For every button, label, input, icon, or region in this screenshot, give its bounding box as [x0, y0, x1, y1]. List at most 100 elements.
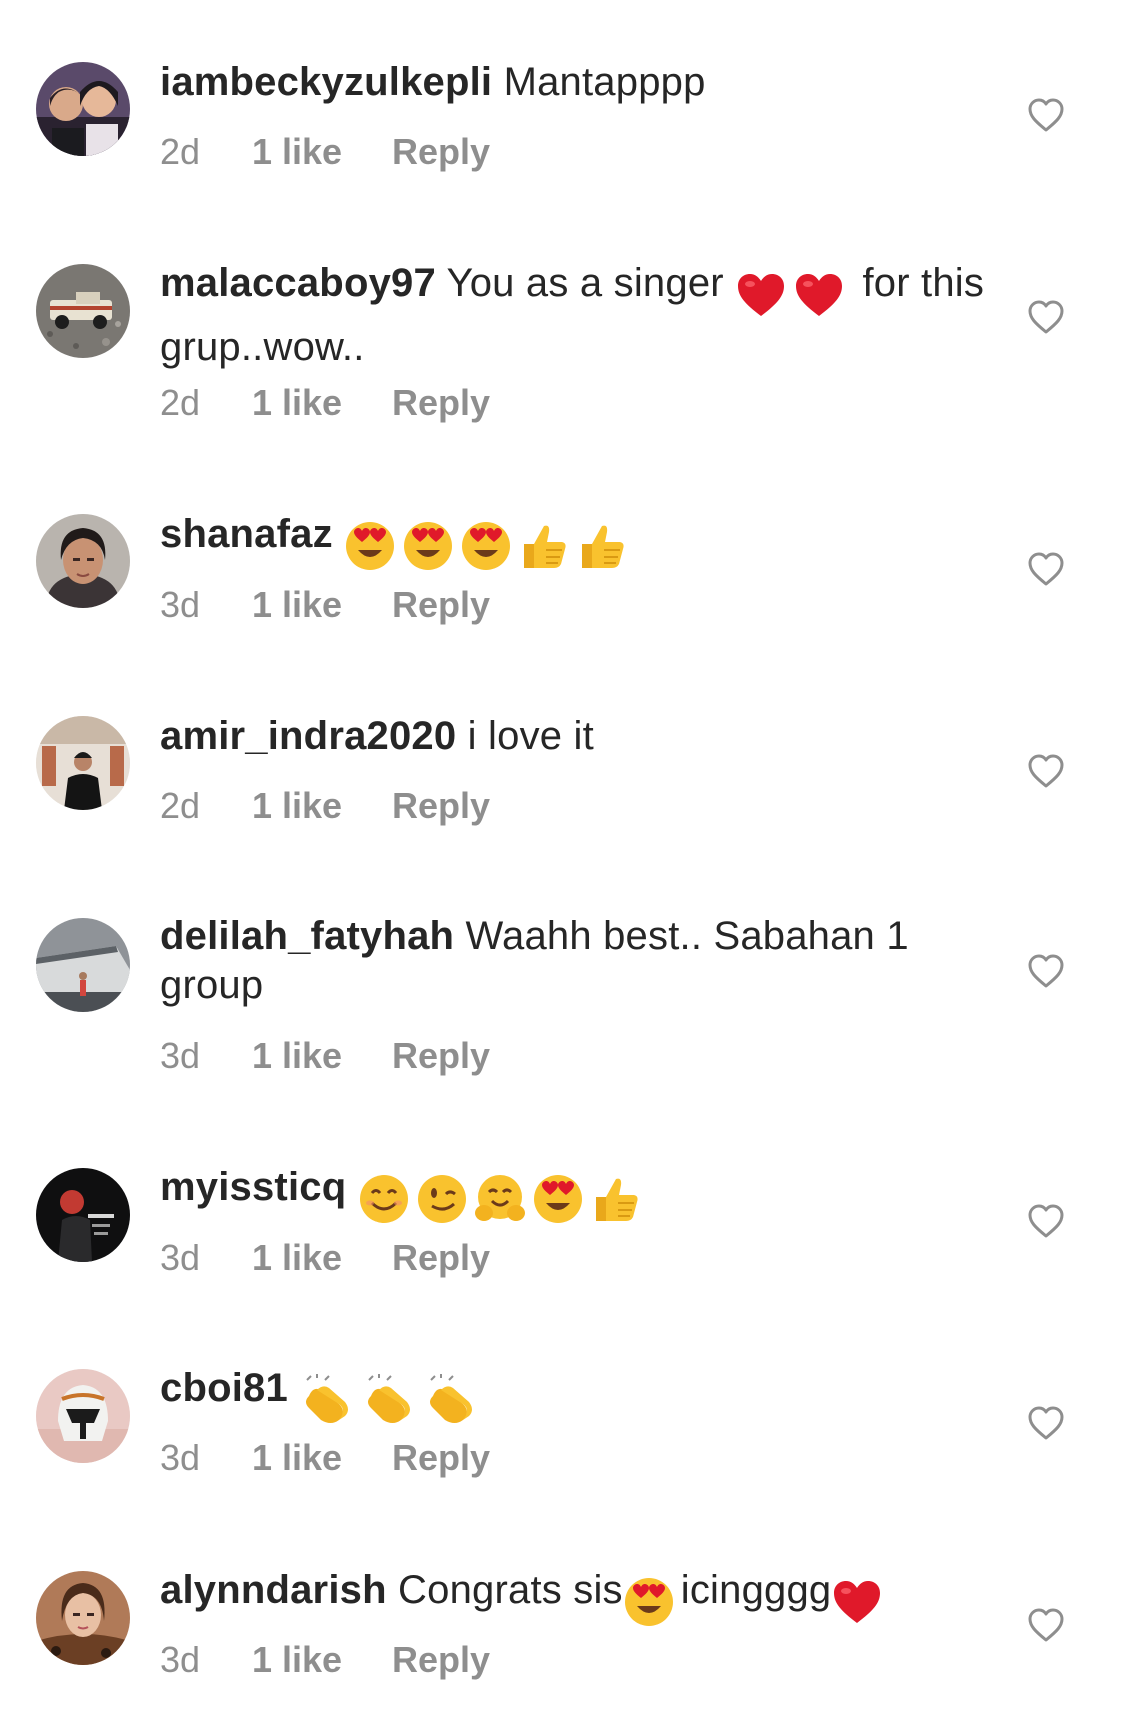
red-heart-icon [738, 274, 785, 316]
comment-meta: 3d 1 like Reply [160, 1035, 490, 1077]
clapping-hands-icon [368, 1374, 411, 1423]
comment-text: alynndarish Congrats sis icingggg [160, 1566, 990, 1630]
reply-button[interactable]: Reply [392, 1437, 490, 1479]
comment-username[interactable]: malaccaboy97 [160, 261, 436, 305]
comment-likes-count[interactable]: 1 like [252, 584, 392, 626]
comment-likes-count[interactable]: 1 like [252, 785, 392, 827]
like-comment-button[interactable] [1027, 1203, 1065, 1239]
clapping-hands-icon [306, 1374, 349, 1423]
winking-face-icon [417, 1175, 466, 1223]
comment-text: malaccaboy97 You as a singer for this gr… [160, 259, 990, 372]
comment-meta: 3d 1 like Reply [160, 1639, 490, 1681]
thumbs-up-icon [582, 525, 624, 568]
avatar-helmet-figure-icon [36, 1369, 130, 1463]
avatar-dark-graphic-icon [36, 1168, 130, 1262]
emoji-group [299, 1374, 485, 1428]
comment-username[interactable]: cboi81 [160, 1366, 288, 1410]
comment-likes-count[interactable]: 1 like [252, 131, 392, 173]
like-comment-button[interactable] [1027, 1405, 1065, 1441]
heart-outline-icon [1028, 1204, 1064, 1238]
comment-text: cboi81 [160, 1364, 990, 1428]
avatar[interactable] [36, 1369, 130, 1463]
comment-meta: 3d 1 like Reply [160, 584, 490, 626]
like-comment-button[interactable] [1027, 299, 1065, 335]
like-comment-button[interactable] [1027, 551, 1065, 587]
comment-text: amir_indra2020 i love it [160, 712, 990, 761]
smiling-face-icon [359, 1175, 408, 1223]
reply-button[interactable]: Reply [392, 1639, 490, 1681]
avatar[interactable] [36, 1168, 130, 1262]
comment-username[interactable]: shanafaz [160, 512, 333, 556]
avatar-woman-photo-icon [36, 514, 130, 608]
thumbs-up-icon [595, 1178, 638, 1221]
heart-eyes-icon [624, 1578, 673, 1626]
heart-outline-icon [1028, 300, 1064, 334]
heart-outline-icon [1028, 754, 1064, 788]
red-heart-icon [796, 274, 843, 316]
comment-text: shanafaz [160, 510, 990, 574]
comment-username[interactable]: delilah_fatyhah [160, 914, 454, 958]
avatar-ship-photo-icon [36, 918, 130, 1012]
clapping-hands-icon [430, 1374, 473, 1423]
avatar[interactable] [36, 62, 130, 156]
like-comment-button[interactable] [1027, 953, 1065, 989]
heart-eyes-icon [462, 522, 511, 570]
avatar-woman-selfie-icon [36, 1571, 130, 1665]
emoji-group [831, 1576, 889, 1630]
comment-time: 2d [160, 785, 201, 826]
like-comment-button[interactable] [1027, 97, 1065, 133]
comment-meta: 2d 1 like Reply [160, 382, 490, 424]
comment-likes-count[interactable]: 1 like [252, 382, 392, 424]
red-heart-icon [834, 1581, 881, 1623]
comment-message: i love it [467, 714, 594, 758]
avatar[interactable] [36, 716, 130, 810]
comment-text: myissticq [160, 1163, 990, 1227]
reply-button[interactable]: Reply [392, 584, 490, 626]
comment-username[interactable]: myissticq [160, 1165, 346, 1209]
like-comment-button[interactable] [1027, 1607, 1065, 1643]
avatar[interactable] [36, 1571, 130, 1665]
heart-eyes-icon [533, 1175, 582, 1223]
heart-outline-icon [1028, 98, 1064, 132]
heart-eyes-icon [346, 522, 395, 570]
comment-time: 2d [160, 131, 201, 172]
avatar-toy-truck-photo-icon [36, 264, 130, 358]
comment-meta: 3d 1 like Reply [160, 1437, 490, 1479]
like-comment-button[interactable] [1027, 753, 1065, 789]
comment-list: iambeckyzulkepli Mantapppp 2d 1 like Reply [0, 0, 1124, 1715]
comment-likes-count[interactable]: 1 like [252, 1237, 392, 1279]
avatar-man-standing-photo-icon [36, 716, 130, 810]
heart-outline-icon [1028, 1406, 1064, 1440]
comment-username[interactable]: iambeckyzulkepli [160, 60, 492, 104]
emoji-group [623, 1576, 681, 1630]
heart-eyes-icon [404, 522, 453, 570]
comment-likes-count[interactable]: 1 like [252, 1035, 392, 1077]
comment-username[interactable]: alynndarish [160, 1568, 387, 1612]
comment-text: iambeckyzulkepli Mantapppp [160, 58, 990, 107]
comment-time: 3d [160, 1639, 201, 1680]
comment-meta: 2d 1 like Reply [160, 131, 490, 173]
emoji-group [735, 269, 851, 323]
comment-likes-count[interactable]: 1 like [252, 1639, 392, 1681]
comment-time: 3d [160, 1237, 201, 1278]
avatar[interactable] [36, 264, 130, 358]
comment-time: 2d [160, 382, 201, 423]
avatar[interactable] [36, 918, 130, 1012]
reply-button[interactable]: Reply [392, 1035, 490, 1077]
reply-button[interactable]: Reply [392, 131, 490, 173]
hugging-face-icon [474, 1175, 525, 1221]
comment-meta: 2d 1 like Reply [160, 785, 490, 827]
comment-message-continued: icingggg [680, 1568, 832, 1612]
heart-outline-icon [1028, 552, 1064, 586]
comment-message: Congrats sis [398, 1568, 623, 1612]
reply-button[interactable]: Reply [392, 1237, 490, 1279]
reply-button[interactable]: Reply [392, 382, 490, 424]
comment-time: 3d [160, 1035, 201, 1076]
avatar[interactable] [36, 514, 130, 608]
comment-time: 3d [160, 1437, 201, 1478]
emoji-group [344, 520, 634, 574]
comment-likes-count[interactable]: 1 like [252, 1437, 392, 1479]
reply-button[interactable]: Reply [392, 785, 490, 827]
comment-username[interactable]: amir_indra2020 [160, 714, 456, 758]
avatar-couple-photo-icon [36, 62, 130, 156]
